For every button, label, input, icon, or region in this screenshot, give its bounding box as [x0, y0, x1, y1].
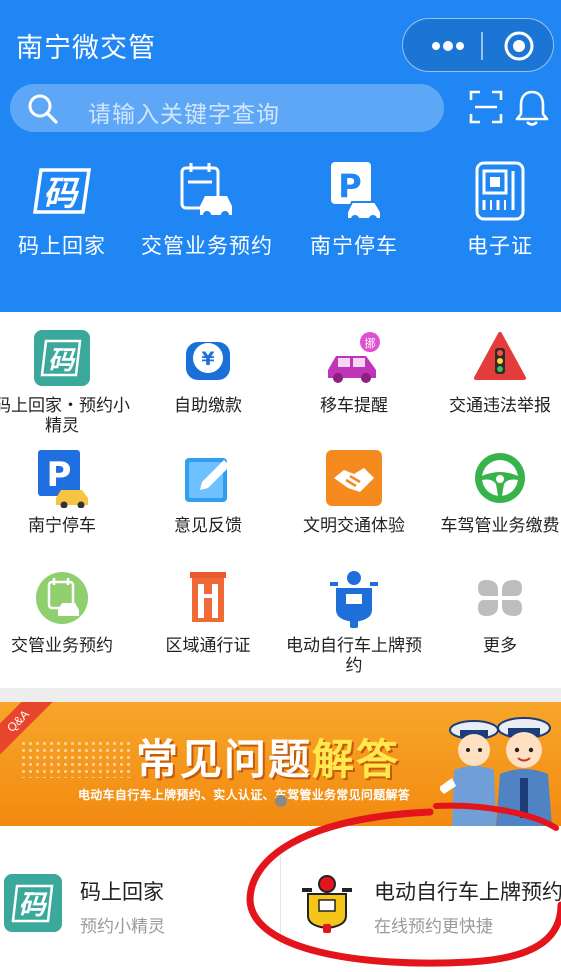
card-title: 电动自行车上牌预约 — [374, 881, 561, 904]
service-label: 交通违法举报 — [449, 396, 551, 415]
svg-text:码: 码 — [43, 174, 80, 214]
service-label: 交管业务预约 — [11, 636, 113, 655]
quick-action-label: 码上回家 — [18, 235, 106, 258]
banner-subtitle: 电动车自行车上牌预约、实人认证、车驾管业务常见问题解答 — [78, 788, 411, 802]
card-title: 码上回家 — [80, 881, 164, 904]
calendar-car-icon — [36, 572, 88, 624]
search-placeholder: 请输入关键字查询 — [88, 101, 280, 127]
service-label: 车驾管业务缴费 — [440, 516, 560, 535]
section-divider — [0, 688, 561, 702]
service-self-payment[interactable]: ¥ 自助缴款 — [138, 328, 278, 416]
gate-pass-icon — [190, 572, 226, 622]
search-bar[interactable]: 请输入关键字查询 — [10, 84, 444, 132]
service-more[interactable]: 更多 — [430, 568, 561, 656]
quick-action-mashang[interactable]: 码 码上回家 — [0, 160, 132, 260]
service-appointment[interactable]: 交管业务预约 — [0, 568, 132, 656]
card-subtitle: 在线预约更快捷 — [374, 917, 493, 936]
faq-banner[interactable]: Q&A 常见问题 解答 电动车自行车上牌预约、实人认证、车驾管业务常见问题解答 — [0, 702, 561, 826]
service-label: 移车提醒 — [320, 396, 388, 415]
quick-action-parking[interactable]: P 南宁停车 — [284, 160, 424, 260]
quick-action-appointment[interactable]: 交管业务预约 — [137, 160, 277, 260]
banner-title: 常见问题 — [136, 736, 313, 783]
svg-text:P: P — [338, 167, 361, 205]
svg-text:P: P — [47, 455, 72, 495]
svg-text:挪: 挪 — [365, 336, 376, 350]
steering-wheel-icon — [475, 453, 525, 503]
card-divider — [280, 856, 281, 946]
service-move-car[interactable]: 挪 移车提醒 — [284, 328, 424, 416]
parking-car-icon: P — [331, 162, 382, 222]
service-label: 电动自行车上牌预约 — [286, 636, 422, 675]
bell-icon[interactable] — [514, 88, 550, 128]
app-title: 南宁微交管 — [16, 33, 156, 63]
quick-action-label: 电子证 — [467, 235, 533, 258]
card-mashang[interactable]: 码 码上回家 预约小精灵 — [2, 864, 272, 944]
decorative-dots — [20, 740, 130, 778]
edit-pen-icon — [185, 458, 230, 502]
quick-action-label: 南宁停车 — [310, 235, 398, 258]
service-feedback[interactable]: 意见反馈 — [138, 448, 278, 536]
service-violation-report[interactable]: 交通违法举报 — [430, 328, 561, 416]
service-area-pass[interactable]: 区域通行证 — [138, 568, 278, 656]
card-ebike-plate[interactable]: 电动自行车上牌预约 在线预约更快捷 — [296, 864, 561, 944]
service-label: 更多 — [483, 636, 517, 655]
service-label: 自助缴款 — [174, 396, 242, 415]
mashang-logo-icon: 码 — [34, 330, 90, 386]
svg-text:码: 码 — [48, 346, 76, 376]
handshake-icon — [326, 450, 382, 506]
digital-card-icon — [475, 161, 525, 221]
mashang-logo-icon: 码 — [32, 168, 92, 214]
search-icon — [28, 94, 58, 124]
service-label: 南宁停车 — [28, 516, 96, 535]
quick-action-label: 交管业务预约 — [141, 235, 273, 258]
svg-text:码: 码 — [19, 890, 48, 921]
service-civilized-traffic[interactable]: 文明交通体验 — [284, 448, 424, 536]
calendar-car-icon — [180, 163, 232, 219]
traffic-light-icon — [474, 332, 526, 380]
quick-action-e-license[interactable]: 电子证 — [430, 160, 561, 260]
header: 南宁微交管 请输入关键字查询 码 码上回家 交管业务预约 P 南宁停车 电子证 — [0, 0, 561, 312]
card-subtitle: 预约小精灵 — [80, 917, 165, 936]
ebike-plate-icon — [330, 571, 378, 628]
service-label: 码上回家・预约小精灵 — [0, 396, 130, 435]
svg-text:¥: ¥ — [201, 348, 214, 370]
service-label: 文明交通体验 — [303, 516, 405, 535]
scan-icon[interactable] — [469, 90, 503, 124]
yuan-wallet-icon: ¥ — [186, 342, 230, 380]
more-grid-icon — [478, 580, 522, 616]
banner-title-highlight: 解答 — [312, 736, 401, 783]
service-label: 区域通行证 — [165, 636, 251, 655]
service-label: 意见反馈 — [174, 516, 242, 535]
service-vehicle-fee[interactable]: 车驾管业务缴费 — [430, 448, 561, 536]
carousel-indicator[interactable] — [275, 795, 287, 807]
move-car-icon: 挪 — [328, 332, 380, 383]
service-mashang-appointment[interactable]: 码 码上回家・预约小精灵 — [0, 328, 132, 436]
traffic-police-illustration-icon — [440, 717, 552, 826]
mashang-logo-icon: 码 — [4, 874, 62, 932]
more-dots-icon[interactable] — [419, 34, 477, 58]
service-ebike-plate[interactable]: 电动自行车上牌预约 — [284, 568, 424, 676]
parking-icon: P — [38, 450, 88, 508]
capsule-divider — [481, 32, 483, 60]
target-circle-icon[interactable] — [503, 30, 535, 62]
ebike-plate-icon — [302, 875, 352, 933]
service-parking[interactable]: P 南宁停车 — [0, 448, 132, 536]
miniprogram-capsule — [402, 18, 554, 72]
